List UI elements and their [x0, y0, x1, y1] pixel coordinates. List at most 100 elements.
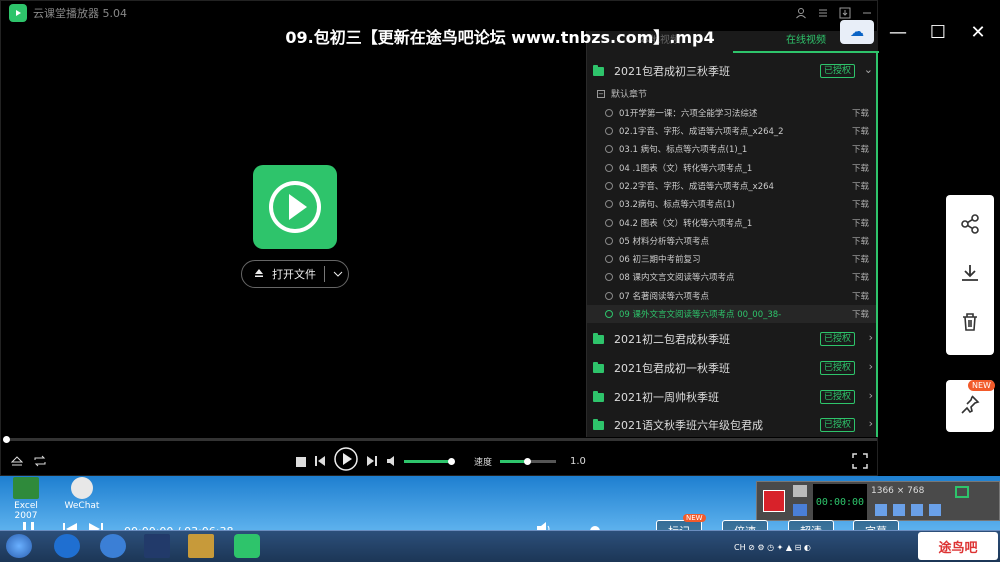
volume-knob[interactable] — [448, 457, 455, 465]
lesson-item[interactable]: 07 名著阅读等六项考点 下载 — [605, 287, 877, 305]
new-badge: NEW — [968, 380, 995, 391]
folder-icon — [593, 361, 604, 373]
lesson-item[interactable]: 02.2字音、字形、成语等六项考点_x264 下载 — [605, 177, 877, 195]
download-link[interactable]: 下载 — [852, 235, 869, 247]
lesson-item[interactable]: 01开学第一课：六项全能学习法综述 下载 — [605, 104, 877, 122]
play-button[interactable] — [334, 447, 358, 475]
lesson-item[interactable]: 03.1 病句、标点等六项考点(1)_1 下载 — [605, 140, 877, 158]
chevron-right-icon[interactable]: › — [869, 417, 873, 430]
close-button[interactable]: ✕ — [962, 18, 994, 46]
volume-icon[interactable] — [386, 452, 398, 471]
cursor-icon[interactable] — [929, 504, 941, 516]
download-link[interactable]: 下载 — [852, 271, 869, 283]
taskbar-browser-icon[interactable] — [54, 534, 80, 558]
record-button[interactable] — [763, 490, 785, 512]
list-icon[interactable] — [815, 5, 831, 21]
open-file-button[interactable]: 打开文件 — [241, 260, 349, 288]
download-icon[interactable] — [959, 262, 981, 288]
lesson-name: 02.1字音、字形、成语等六项考点_x264_2 — [619, 127, 784, 137]
download-link[interactable]: 下载 — [852, 198, 869, 210]
download-link[interactable]: 下载 — [852, 290, 869, 302]
folder-icon — [593, 332, 604, 344]
download-link[interactable]: 下载 — [852, 180, 869, 192]
course-item[interactable]: 2021包君成初三秋季班 已授权 ⌄ — [587, 57, 879, 85]
cloud-icon[interactable]: ☁ — [840, 20, 874, 44]
course-item[interactable]: 2021语文秋季班六年级包君成 已授权 › — [587, 411, 879, 439]
side-toolbar — [946, 195, 994, 355]
taskbar-player-icon[interactable] — [234, 534, 260, 558]
download-link[interactable]: 下载 — [852, 217, 869, 229]
outer-window-controls: ☁ — ☐ ✕ — [840, 18, 994, 46]
lesson-name: 03.1 病句、标点等六项考点(1)_1 — [619, 145, 748, 155]
minimize-button[interactable]: — — [882, 18, 914, 46]
lesson-item[interactable]: 08 课内文言文阅读等六项考点 下载 — [605, 268, 877, 286]
desktop-icon-wechat[interactable]: WeChat — [62, 477, 102, 511]
lesson-item-current[interactable]: 09 课外文言文阅读等六项考点 00_00_38- 下载 — [587, 305, 877, 323]
course-item[interactable]: 2021初二包君成秋季班 已授权 › — [587, 325, 879, 353]
stop-icon[interactable] — [296, 452, 306, 471]
download-link[interactable]: 下载 — [852, 125, 869, 137]
section-label[interactable]: − 默认章节 — [597, 87, 647, 100]
lesson-item[interactable]: 05 材料分析等六项考点 下载 — [605, 232, 877, 250]
play-circle-icon — [605, 273, 613, 281]
download-link[interactable]: 下载 — [852, 253, 869, 265]
speed-value: 1.0 — [570, 455, 586, 467]
chevron-right-icon[interactable]: › — [869, 331, 873, 344]
lesson-item[interactable]: 06 初三期中考前复习 下载 — [605, 250, 877, 268]
next-icon[interactable] — [366, 452, 378, 471]
download-link[interactable]: 下载 — [852, 107, 869, 119]
lesson-name: 03.2病句、标点等六项考点(1) — [619, 200, 735, 210]
play-circle-icon — [605, 109, 613, 117]
region-icon[interactable] — [955, 486, 969, 498]
taskbar-app-icon[interactable] — [144, 534, 170, 558]
webcam-icon[interactable] — [911, 504, 923, 516]
volume-slider[interactable] — [404, 457, 455, 465]
lesson-item[interactable]: 02.1字音、字形、成语等六项考点_x264_2 下载 — [605, 122, 877, 140]
tool-icon[interactable] — [875, 504, 887, 516]
lesson-item[interactable]: 04 .1图表（文）转化等六项考点_1 下载 — [605, 159, 877, 177]
maximize-button[interactable]: ☐ — [922, 18, 954, 46]
chevron-right-icon[interactable]: › — [869, 389, 873, 402]
eject-icon[interactable] — [10, 452, 24, 471]
chevron-down-icon[interactable]: ⌄ — [864, 63, 873, 76]
lesson-item[interactable]: 03.2病句、标点等六项考点(1) 下载 — [605, 195, 877, 213]
course-name: 2021包君成初一秋季班 — [614, 362, 730, 375]
speed-knob[interactable] — [524, 457, 532, 465]
course-item[interactable]: 2021包君成初一秋季班 已授权 › — [587, 354, 879, 382]
share-icon[interactable] — [959, 213, 981, 239]
chevron-down-icon[interactable] — [333, 268, 343, 281]
user-icon[interactable] — [793, 5, 809, 21]
lesson-name: 06 初三期中考前复习 — [619, 255, 701, 265]
mic-icon[interactable] — [893, 504, 905, 516]
download-link[interactable]: 下载 — [852, 162, 869, 174]
scrollbar[interactable] — [876, 53, 878, 437]
loop-icon[interactable] — [33, 452, 47, 471]
folder-icon — [593, 418, 604, 430]
download-link[interactable]: 下载 — [852, 308, 869, 320]
desktop-icon-excel[interactable]: Excel 2007 — [6, 477, 46, 521]
speed-slider[interactable] — [500, 457, 557, 465]
previous-icon[interactable] — [314, 452, 326, 471]
seek-knob[interactable] — [3, 436, 10, 443]
download-link[interactable]: 下载 — [852, 143, 869, 155]
camera-icon[interactable] — [793, 485, 807, 497]
lesson-item[interactable]: 04.2 图表（文）转化等六项考点_1 下载 — [605, 214, 877, 232]
course-item[interactable]: 2021初一周帅秋季班 已授权 › — [587, 383, 879, 411]
pause-icon[interactable] — [793, 504, 807, 516]
eject-icon — [254, 268, 264, 281]
taskbar-app-icon[interactable] — [100, 534, 126, 558]
chevron-right-icon[interactable]: › — [869, 360, 873, 373]
collapse-icon[interactable]: − — [597, 89, 605, 98]
lesson-name: 02.2字音、字形、成语等六项考点_x264 — [619, 182, 774, 192]
seek-bar[interactable] — [3, 436, 877, 443]
play-circle-icon — [605, 145, 613, 153]
play-circle-icon — [605, 237, 613, 245]
recorder-widget: 00:00:00 1366 × 768 — [756, 481, 1000, 521]
taskbar-folder-icon[interactable] — [188, 534, 214, 558]
new-badge: NEW — [683, 514, 706, 522]
status-badge: 已授权 — [819, 361, 855, 375]
trash-icon[interactable] — [959, 311, 981, 337]
fullscreen-icon[interactable] — [852, 451, 868, 471]
start-button[interactable] — [6, 534, 32, 558]
play-circle-icon — [605, 292, 613, 300]
